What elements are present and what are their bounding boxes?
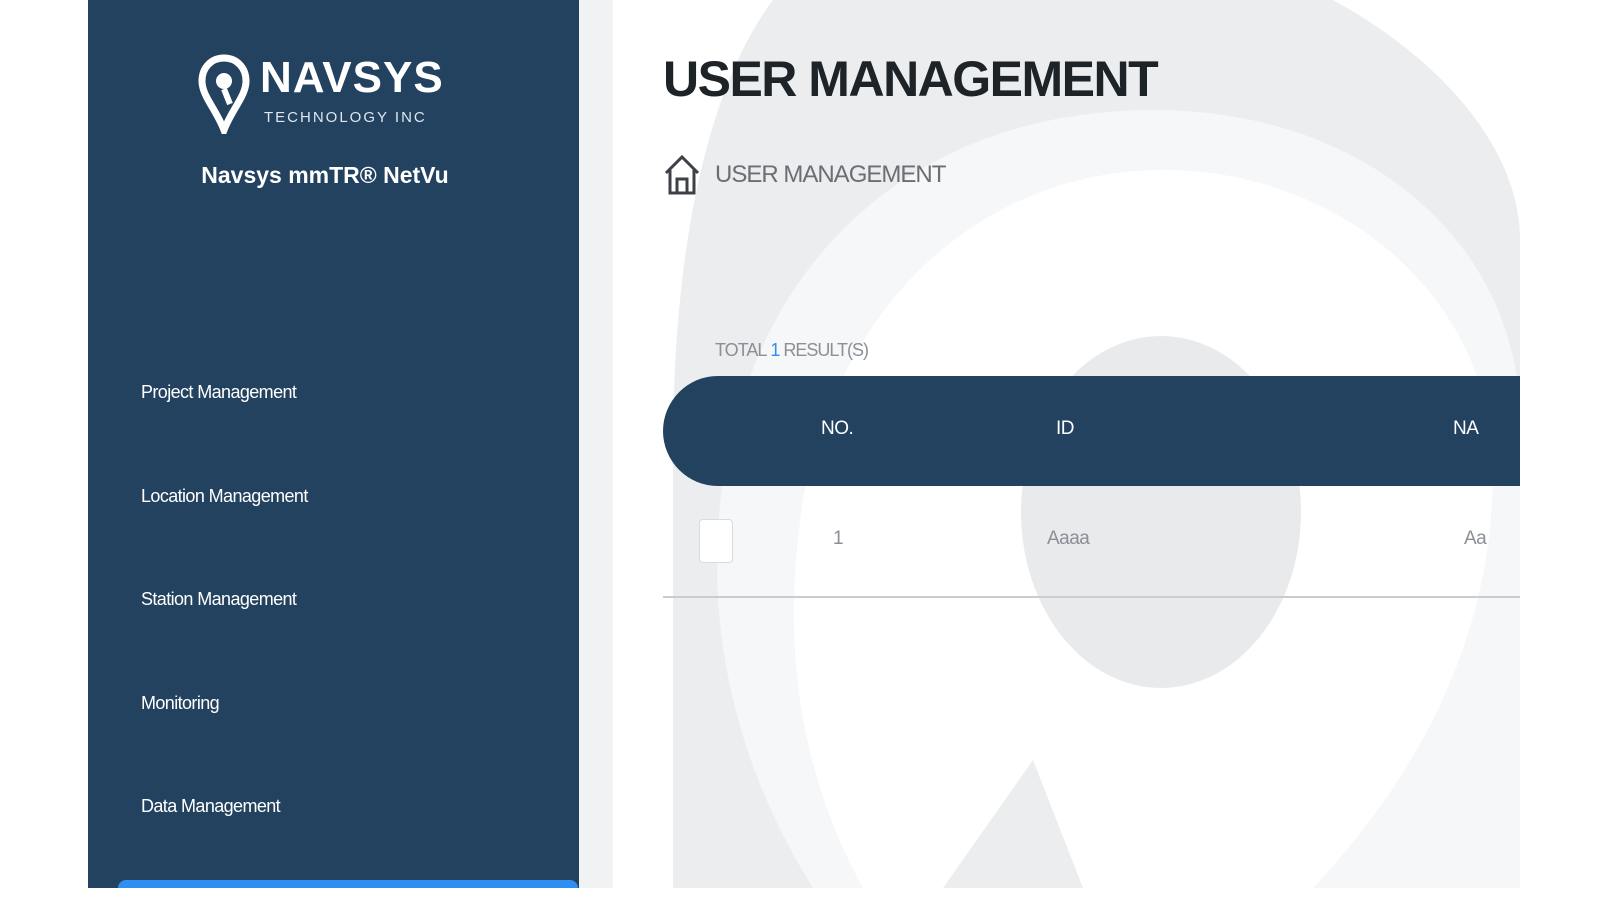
- navsys-logo: NAVSYS TECHNOLOGY INC: [198, 52, 443, 138]
- sidebar-item-station-management[interactable]: Station Management: [141, 585, 541, 689]
- sidebar-item-monitoring[interactable]: Monitoring: [141, 689, 541, 793]
- sidebar-gutter: [579, 0, 613, 888]
- breadcrumb: USER MANAGEMENT: [663, 152, 946, 198]
- column-header-id[interactable]: ID: [1056, 418, 1075, 440]
- table-row[interactable]: 1 Aaaa Aa: [663, 486, 1520, 598]
- cell-name: Aa: [1464, 528, 1487, 549]
- sidebar-nav: Project Management Location Management S…: [141, 378, 541, 888]
- sidebar-active-indicator[interactable]: [118, 880, 578, 888]
- breadcrumb-current: USER MANAGEMENT: [715, 161, 946, 188]
- sidebar-item-project-management[interactable]: Project Management: [141, 378, 541, 482]
- cell-id: Aaaa: [1047, 528, 1090, 549]
- results-prefix: TOTAL: [715, 340, 767, 360]
- map-pin-icon: [198, 54, 250, 134]
- row-checkbox[interactable]: [699, 519, 733, 563]
- sidebar: NAVSYS TECHNOLOGY INC Navsys mmTR® NetVu…: [88, 0, 579, 888]
- home-icon[interactable]: [663, 153, 701, 197]
- table-header: NO. ID NA: [663, 376, 1520, 486]
- main-content: USER MANAGEMENT USER MANAGEMENT TOTAL 1 RE…: [613, 0, 1520, 888]
- product-name: Navsys mmTR® NetVu: [201, 162, 449, 188]
- results-count: TOTAL 1 RESULT(S): [715, 340, 869, 361]
- column-header-name[interactable]: NA: [1453, 418, 1479, 440]
- sidebar-item-location-management[interactable]: Location Management: [141, 482, 541, 586]
- logo-subtitle: TECHNOLOGY INC: [264, 109, 427, 126]
- app-frame: NAVSYS TECHNOLOGY INC Navsys mmTR® NetVu…: [88, 0, 1520, 888]
- sidebar-item-data-management[interactable]: Data Management: [141, 792, 541, 888]
- results-suffix: RESULT(S): [783, 340, 869, 360]
- page-title: USER MANAGEMENT: [663, 51, 1159, 107]
- logo-wordmark: NAVSYS: [260, 53, 444, 102]
- column-header-no[interactable]: NO.: [821, 418, 854, 440]
- results-count-number: 1: [770, 340, 780, 360]
- cell-no: 1: [833, 528, 844, 549]
